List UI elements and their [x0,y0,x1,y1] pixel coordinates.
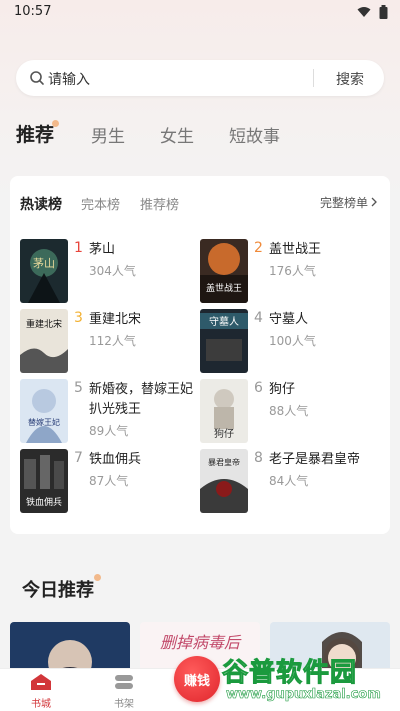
earn-money-button[interactable]: 赚钱 [174,656,220,702]
book-item-5[interactable]: 替嫁王妃 5 新婚夜，替嫁王妃扒光残王 89人气 [20,379,200,443]
book-popularity: 87人气 [89,474,129,488]
cover-title: 替嫁王妃 [28,417,60,427]
book-popularity: 84人气 [269,474,309,488]
nav-bookshelf-label: 书架 [114,699,134,710]
full-list-label: 完整榜单 [319,196,368,210]
book-cover: 暴君皇帝 [200,449,248,513]
rank-tab-completed[interactable]: 完本榜 [81,194,120,213]
wifi-icon [357,6,371,18]
cover-title: 暴君皇帝 [208,457,240,467]
search-bar[interactable]: 请输入 搜索 [16,60,384,96]
book-popularity: 304人气 [89,264,136,278]
status-bar: 10:57 [0,0,400,24]
book-title: 茅山 [89,242,116,257]
rank-tab-hot[interactable]: 热读榜 [20,194,62,214]
book-rank: 5 [74,380,83,396]
book-popularity: 176人气 [269,264,316,278]
cover-title: 守墓人 [209,315,239,328]
today-title-dot [94,574,101,581]
book-title: 铁血佣兵 [89,452,142,467]
book-item-3[interactable]: 重建北宋 3 重建北宋 112人气 [20,309,200,373]
full-list-link[interactable]: 完整榜单 [320,194,378,211]
chevron-right-icon [370,196,378,210]
search-divider [313,69,314,87]
tab-short-story[interactable]: 短故事 [229,122,280,147]
book-rank: 6 [254,380,263,396]
book-rank: 3 [74,310,83,326]
book-title: 狗仔 [269,382,296,397]
search-icon [29,70,45,90]
book-item-2[interactable]: 盖世战王 2 盖世战王 176人气 [200,239,380,303]
book-cover: 重建北宋 [20,309,68,373]
book-popularity: 112人气 [89,334,136,348]
book-cover: 狗仔 [200,379,248,443]
battery-icon [379,5,388,19]
book-item-8[interactable]: 暴君皇帝 8 老子是暴君皇帝 84人气 [200,449,380,513]
cover-title: 铁血佣兵 [26,496,62,508]
watermark-url: www.gupuxlazal.com [226,687,381,703]
ranking-card: 热读榜 完本榜 推荐榜 完整榜单 茅山 1 茅山 304人气 盖世战王 2 盖世… [10,176,390,534]
cover-title: 盖世战王 [206,282,242,294]
book-cover: 茅山 [20,239,68,303]
book-title: 老子是暴君皇帝 [269,452,361,467]
book-title: 新婚夜，替嫁王妃扒光残王 [89,382,194,417]
nav-bookshelf[interactable]: 书架 [94,673,154,710]
book-title: 重建北宋 [89,312,142,327]
book-item-4[interactable]: 守墓人 4 守墓人 100人气 [200,309,380,373]
book-cover: 盖世战王 [200,239,248,303]
book-rank: 8 [254,450,263,466]
watermark-text: 谷普软件园 [221,658,358,689]
book-item-6[interactable]: 狗仔 6 狗仔 88人气 [200,379,380,443]
book-rank: 1 [74,240,83,256]
book-rank: 4 [254,310,263,326]
nav-bookstore-label: 书城 [31,699,51,710]
book-cover: 替嫁王妃 [20,379,68,443]
nav-bookstore[interactable]: 书城 [11,673,71,710]
book-cover: 守墓人 [200,309,248,373]
search-button[interactable]: 搜索 [336,69,364,89]
cover-title: 狗仔 [214,427,234,440]
book-popularity: 100人气 [269,334,316,348]
book-item-1[interactable]: 茅山 1 茅山 304人气 [20,239,200,303]
book-rank: 7 [74,450,83,466]
book-popularity: 88人气 [269,404,309,418]
today-recommend-title: 今日推荐 [22,580,94,601]
rank-tab-recommend[interactable]: 推荐榜 [140,194,179,213]
cover-title: 茅山 [33,257,55,270]
book-item-7[interactable]: 铁血佣兵 7 铁血佣兵 87人气 [20,449,200,513]
tab-female[interactable]: 女生 [160,122,194,147]
book-rank: 2 [254,240,263,256]
tab-recommend[interactable]: 推荐 [16,120,54,147]
tab-male[interactable]: 男生 [91,122,125,147]
tab-active-dot [52,120,59,127]
status-icons [357,5,388,19]
book-title: 盖世战王 [269,242,322,257]
cover-title: 重建北宋 [26,318,62,330]
search-input[interactable]: 请输入 [48,69,90,89]
book-title: 守墓人 [269,312,309,327]
book-cover: 铁血佣兵 [20,449,68,513]
bookshelf-icon [113,675,135,694]
status-time: 10:57 [14,4,52,19]
book-popularity: 89人气 [89,424,129,438]
site-watermark: 谷普软件园 www.gupuxlazal.com [221,650,400,711]
bookstore-icon [30,674,52,694]
